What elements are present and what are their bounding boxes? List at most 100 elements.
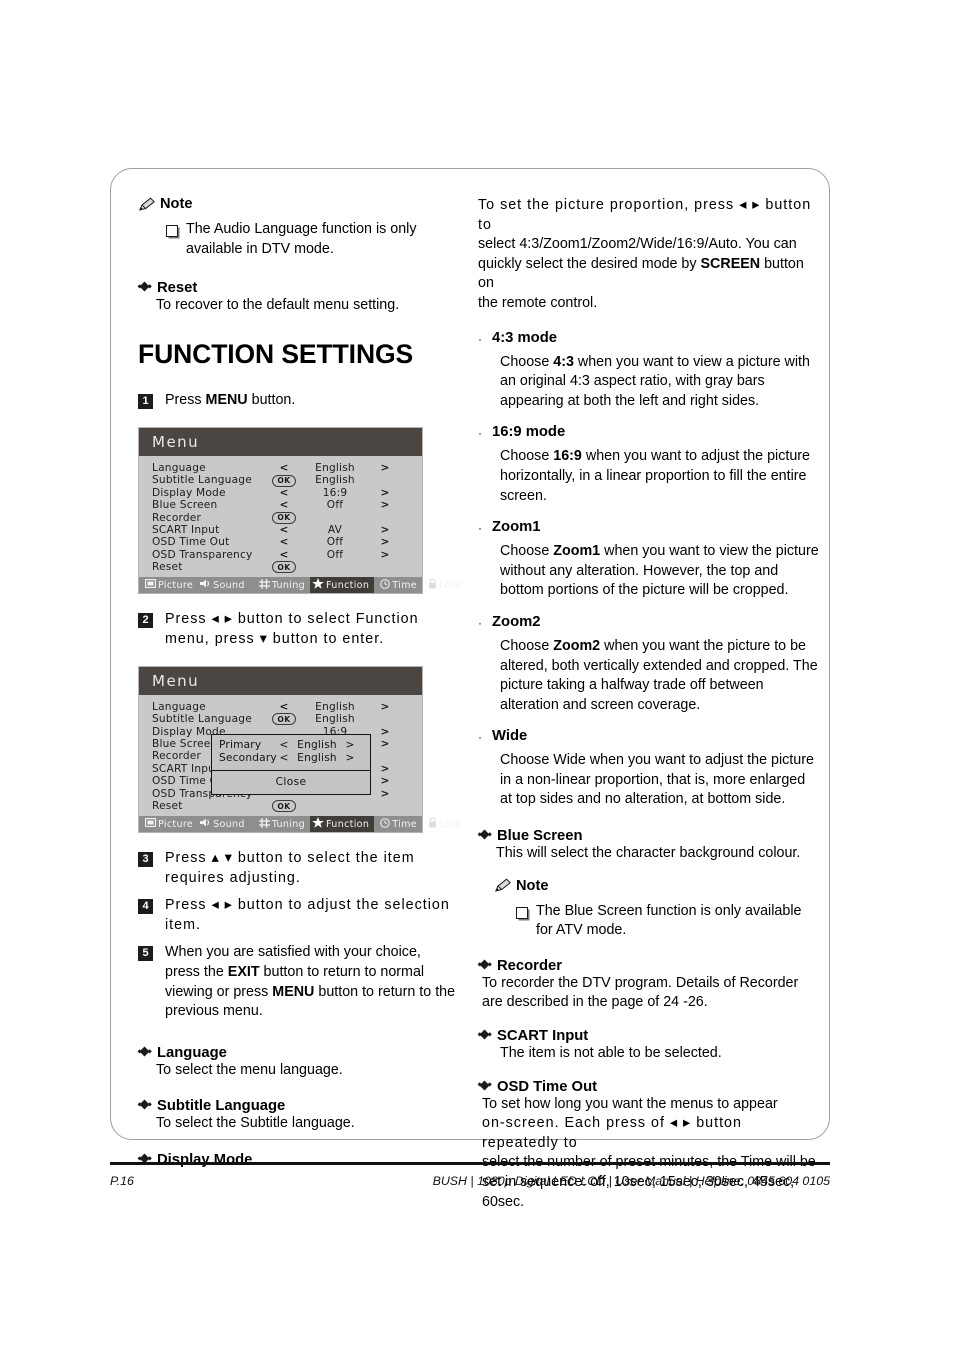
osd-row-label: Reset [152, 561, 183, 574]
osd-row[interactable]: Subtitle Language OK English [152, 713, 412, 726]
osd-right-arrow[interactable]: > [372, 775, 398, 787]
osd-row-value: AV [327, 524, 343, 537]
osd-right-arrow[interactable]: > [372, 549, 398, 561]
osd-right-arrow[interactable]: > [372, 487, 398, 499]
page-footer: P.16 BUSH | 1080p Digital LED LCD | User… [110, 1174, 830, 1188]
osd-tab-sound[interactable]: Sound [198, 816, 250, 832]
osd-right-arrow[interactable]: > [372, 462, 398, 474]
step-2: 2 Press ◂ ▸ button to select Function me… [138, 610, 458, 649]
popup-close-button[interactable]: Close [212, 771, 370, 794]
osd-ok-button[interactable]: OK [270, 800, 298, 813]
section-title: OSD Time Out [497, 1078, 598, 1095]
osd-left-arrow[interactable]: < [270, 536, 298, 548]
osd-tab-picture[interactable]: Picture [143, 577, 198, 593]
popup-row-primary[interactable]: Primary < English > [212, 739, 370, 752]
left-column: Note The Audio Language function is only… [137, 196, 462, 1168]
step-number: 1 [138, 394, 153, 410]
osd-row[interactable]: Display Mode < 16:9 > [152, 487, 412, 499]
osd-row[interactable]: SCART Input < AV > [152, 524, 412, 536]
osd-row[interactable]: Subtitle Language OK English [152, 474, 412, 487]
mode-item-zoom2: · Zoom2 Choose Zoom2 when you want the p… [478, 614, 820, 715]
osd-right-arrow[interactable]: > [372, 499, 398, 511]
popup-row-secondary[interactable]: Secondary < English > [212, 752, 370, 765]
osd-row[interactable]: Reset OK [152, 800, 412, 813]
section-osd-time-out: OSD Time Out To set how long you want th… [477, 1078, 820, 1213]
popup-left-arrow[interactable]: < [277, 752, 291, 764]
display-mode-intro: To set the picture proportion, press ◂ ▸… [478, 197, 812, 311]
osd-menu-screenshot-1: Menu Language < English > Subtitle Langu… [138, 426, 462, 595]
osd-row-label: Blue Screen [152, 499, 218, 512]
osd-right-arrow[interactable]: > [372, 763, 398, 775]
osd-left-arrow[interactable]: < [270, 549, 298, 561]
subtitle-language-popup: Primary < English > Secondary < English … [211, 733, 371, 795]
popup-right-arrow[interactable]: > [343, 752, 357, 764]
osd-row[interactable]: Language < English > [152, 462, 412, 474]
note-item-text: The Audio Language function is only avai… [186, 221, 417, 257]
grid-icon [258, 817, 270, 831]
mode-title: 4:3 mode [492, 329, 557, 346]
osd-tab-picture[interactable]: Picture [143, 816, 198, 832]
osd-ok-button[interactable]: OK [270, 511, 298, 524]
mode-title: 16:9 mode [492, 424, 566, 441]
mode-title: Wide [492, 728, 528, 745]
osd-row[interactable]: Recorder OK [152, 511, 412, 524]
osd-tab-function[interactable]: Function [310, 816, 375, 833]
osd-left-arrow[interactable]: < [270, 499, 298, 511]
popup-right-arrow[interactable]: > [343, 739, 357, 751]
osd-tab-time[interactable]: Time [378, 816, 422, 832]
section-title: SCART Input [497, 1028, 589, 1045]
lock-icon [428, 817, 437, 831]
diamond-bullet-icon [137, 280, 152, 293]
diamond-bullet-icon [477, 1079, 492, 1092]
bullet-dot-icon: · [478, 331, 482, 346]
osd-right-arrow[interactable]: > [372, 726, 398, 738]
osd-tab-label: Time [392, 818, 417, 830]
note-item: The Audio Language function is only avai… [166, 220, 458, 259]
osd-left-arrow[interactable]: < [270, 487, 298, 499]
osd-tab-sound[interactable]: Sound [198, 577, 250, 593]
osd-right-arrow[interactable]: > [372, 524, 398, 536]
step-text: Press ◂ ▸ button to select Function menu… [165, 611, 419, 647]
section-body: To select the Subtitle language. [156, 1115, 355, 1132]
osd-tab-lock[interactable]: Lock [426, 816, 467, 832]
osd-right-arrow[interactable]: > [372, 536, 398, 548]
osd-tab-label: Picture [158, 818, 194, 830]
page-title: FUNCTION SETTINGS [138, 338, 414, 369]
osd-ok-button[interactable]: OK [270, 474, 298, 487]
osd-ok-button[interactable]: OK [270, 713, 298, 726]
osd-row-label: Display Mode [152, 486, 226, 499]
osd-right-arrow[interactable]: > [372, 788, 398, 800]
section-reset: Reset To recover to the default menu set… [137, 279, 458, 316]
mode-title: Zoom1 [492, 519, 541, 536]
osd-row-value: 16:9 [322, 486, 348, 499]
osd-tab-lock[interactable]: Lock [426, 577, 467, 593]
note-heading: Note [494, 878, 820, 894]
osd-right-arrow[interactable]: > [372, 701, 398, 713]
picture-icon [144, 579, 157, 591]
osd-right-arrow[interactable]: > [372, 738, 398, 750]
osd-row[interactable]: Reset OK [152, 561, 412, 574]
osd-tab-label: Time [392, 579, 417, 591]
osd-tab-time[interactable]: Time [378, 577, 422, 593]
diamond-bullet-icon [137, 1045, 152, 1058]
osd-ok-button[interactable]: OK [270, 561, 298, 574]
osd-left-arrow[interactable]: < [270, 701, 298, 713]
diamond-bullet-icon [137, 1098, 152, 1111]
osd-tab-tuning[interactable]: Tuning [257, 816, 310, 832]
osd-tab-label: Sound [213, 579, 245, 591]
osd-tab-function[interactable]: Function [310, 577, 375, 594]
step-text: Press ▴ ▾ button to select the item requ… [165, 850, 415, 886]
step-4: 4 Press ◂ ▸ button to adjust the selecti… [138, 896, 458, 935]
osd-left-arrow[interactable]: < [270, 462, 298, 474]
step-number: 5 [138, 946, 153, 962]
osd-row[interactable]: OSD Time Out < Off > [152, 536, 412, 548]
popup-left-arrow[interactable]: < [277, 739, 291, 751]
osd-row-value: Off [326, 548, 344, 561]
osd-left-arrow[interactable]: < [270, 524, 298, 536]
square-bullet-icon [166, 225, 178, 237]
osd-row[interactable]: Language < English > [152, 701, 412, 713]
speaker-icon [200, 579, 211, 591]
osd-tab-tuning[interactable]: Tuning [257, 577, 310, 593]
osd-row[interactable]: OSD Transparency < Off > [152, 549, 412, 561]
osd-row[interactable]: Blue Screen < Off > [152, 499, 412, 511]
